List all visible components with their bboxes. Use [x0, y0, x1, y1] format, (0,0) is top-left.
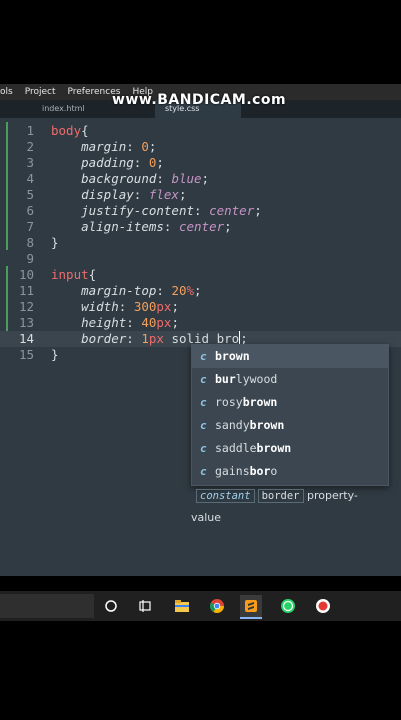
- code-line: 1 body{: [0, 123, 401, 139]
- taskbar-search-box[interactable]: [0, 594, 94, 618]
- detail-kind-badge: constant: [196, 489, 255, 503]
- constant-kind-icon: c: [200, 350, 207, 363]
- code-line: 3 padding: 0;: [0, 155, 401, 171]
- css-value: 0: [141, 139, 149, 154]
- line-number: 13: [18, 315, 34, 330]
- line-number: 15: [18, 347, 34, 362]
- menu-project[interactable]: Project: [19, 84, 62, 100]
- line-number: 10: [18, 267, 34, 282]
- css-unit: px: [148, 331, 164, 346]
- line-number: 2: [26, 139, 34, 154]
- menu-tools[interactable]: ols: [0, 84, 19, 100]
- constant-kind-icon: c: [200, 465, 207, 478]
- detail-property-badge: border: [257, 489, 304, 503]
- css-property: background: [81, 171, 157, 186]
- autocomplete-item-rosybrown[interactable]: c rosybrown: [192, 391, 388, 414]
- autocomplete-item-burlywood[interactable]: c burlywood: [192, 368, 388, 391]
- css-selector: body: [51, 123, 82, 138]
- code-line: 11 margin-top: 20%;: [0, 283, 401, 299]
- autocomplete-item-gainsboro[interactable]: c gainsboro: [192, 460, 388, 483]
- tab-index-html[interactable]: index.html: [32, 100, 95, 118]
- autocomplete-item-saddlebrown[interactable]: c saddlebrown: [192, 437, 388, 460]
- autocomplete-item-brown[interactable]: c brown: [192, 345, 388, 368]
- css-property: margin: [81, 139, 127, 154]
- line-number: 14: [18, 331, 34, 346]
- line-number: 6: [26, 203, 34, 218]
- css-number: 20: [171, 283, 187, 298]
- css-property: border: [81, 331, 127, 346]
- chrome-icon[interactable]: [206, 595, 228, 617]
- line-number: 8: [26, 235, 34, 250]
- css-value: blue: [171, 171, 202, 186]
- css-property: padding: [81, 155, 134, 170]
- code-line: 12 width: 300px;: [0, 299, 401, 315]
- autocomplete-item-sandybrown[interactable]: c sandybrown: [192, 414, 388, 437]
- css-value: center: [178, 219, 225, 234]
- css-number: 300: [133, 299, 157, 314]
- brace: }: [51, 235, 59, 250]
- code-line: 9: [0, 251, 401, 267]
- code-line: 13 height: 40px;: [0, 315, 401, 331]
- brace: }: [51, 347, 59, 362]
- css-value: 0: [148, 155, 157, 170]
- task-view-icon[interactable]: [100, 595, 122, 617]
- constant-kind-icon: c: [200, 373, 207, 386]
- css-property: align-items: [81, 219, 164, 234]
- line-number: 12: [18, 299, 34, 314]
- brace: {: [81, 123, 89, 138]
- css-selector: input: [51, 267, 89, 282]
- css-number: 1: [141, 331, 149, 346]
- code-line: 4 background: blue;: [0, 171, 401, 187]
- recording-watermark: www.BANDICAM.com: [112, 92, 287, 108]
- windows-taskbar: [0, 591, 401, 621]
- css-property: justify-content: [81, 203, 194, 218]
- css-unit: px: [156, 315, 172, 330]
- code-line: 7 align-items: center;: [0, 219, 401, 235]
- code-line: 2 margin: 0;: [0, 139, 401, 155]
- css-value: flex: [148, 187, 179, 202]
- line-number: 9: [26, 251, 34, 266]
- code-line: 6 justify-content: center;: [0, 203, 401, 219]
- constant-kind-icon: c: [200, 419, 207, 432]
- css-unit: %: [186, 283, 195, 298]
- line-number: 7: [26, 219, 34, 234]
- constant-kind-icon: c: [200, 442, 207, 455]
- css-property: margin-top: [81, 283, 157, 298]
- constant-kind-icon: c: [200, 396, 207, 409]
- brace: {: [88, 267, 97, 282]
- line-number: 5: [26, 187, 34, 202]
- code-line: 8 }: [0, 235, 401, 251]
- autocomplete-detail: constant border property-value: [191, 485, 387, 524]
- css-property: display: [81, 187, 134, 202]
- line-number: 11: [18, 283, 34, 298]
- line-number: 4: [26, 171, 34, 186]
- file-explorer-icon[interactable]: [171, 595, 193, 617]
- css-property: width: [81, 299, 119, 314]
- whatsapp-icon[interactable]: [277, 595, 299, 617]
- line-number: 1: [26, 123, 34, 138]
- sublime-icon[interactable]: [240, 595, 262, 619]
- code-line: 10 input{: [0, 267, 401, 283]
- code-line: 5 display: flex;: [0, 187, 401, 203]
- css-value: center: [209, 203, 255, 218]
- autocomplete-popup: c brown c burlywood c rosybrown c sandyb…: [191, 344, 389, 486]
- css-property: height: [81, 315, 127, 330]
- record-icon[interactable]: [312, 595, 334, 617]
- line-number: 3: [26, 155, 34, 170]
- css-number: 40: [141, 315, 157, 330]
- css-unit: px: [156, 299, 172, 314]
- timeline-icon[interactable]: [134, 595, 156, 617]
